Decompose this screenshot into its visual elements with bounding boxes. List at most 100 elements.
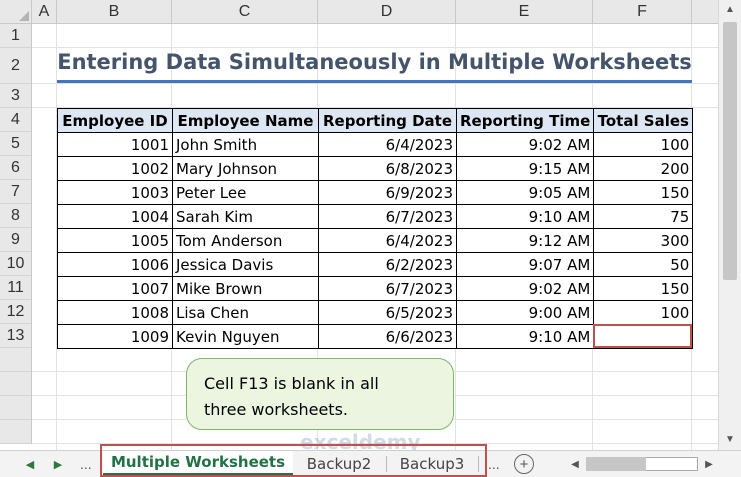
cell-reporting-date[interactable]: 6/7/2023 (318, 276, 457, 301)
column-header-e[interactable]: E (456, 0, 593, 24)
cell-reporting-date[interactable]: 6/5/2023 (318, 300, 457, 325)
row-header[interactable] (0, 348, 32, 372)
cell-total-sales[interactable]: 150 (593, 180, 694, 205)
scroll-up-icon[interactable]: ▲ (719, 0, 741, 18)
callout-note: Cell F13 is blank in all three worksheet… (186, 358, 454, 430)
row-header[interactable] (0, 372, 32, 396)
cell-reporting-time[interactable]: 9:02 AM (455, 276, 595, 301)
cell-employee-id[interactable]: 1003 (57, 180, 173, 205)
cell-reporting-time[interactable]: 9:12 AM (455, 228, 595, 253)
title-underline (57, 80, 692, 83)
row-header[interactable]: 7 (0, 180, 32, 204)
sheet-title: Entering Data Simultaneously in Multiple… (57, 50, 692, 74)
cell-employee-id[interactable]: 1002 (57, 156, 173, 181)
gridline-horizontal (32, 83, 718, 84)
cell-reporting-date[interactable]: 6/9/2023 (318, 180, 457, 205)
table-row: 1001 John Smith 6/4/2023 9:02 AM 100 (57, 132, 694, 157)
cell-employee-name[interactable]: Peter Lee (172, 180, 319, 205)
cell-reporting-time[interactable]: 9:10 AM (455, 324, 595, 349)
row-header[interactable]: 4 (0, 108, 32, 132)
cell-employee-id[interactable]: 1004 (57, 204, 173, 229)
cell-reporting-time[interactable]: 9:15 AM (455, 156, 595, 181)
cell-total-sales[interactable]: 50 (593, 252, 694, 277)
worksheet-grid[interactable]: A B C D E F 1 2 3 4 5 6 7 8 9 10 11 12 1… (0, 0, 718, 450)
cell-reporting-time[interactable]: 9:05 AM (455, 180, 595, 205)
row-header[interactable]: 9 (0, 228, 32, 252)
row-header[interactable]: 8 (0, 204, 32, 228)
row-header[interactable]: 3 (0, 84, 32, 108)
column-header-c[interactable]: C (172, 0, 318, 24)
cell-reporting-time[interactable]: 9:10 AM (455, 204, 595, 229)
more-tabs-right[interactable]: ... (488, 451, 500, 477)
row-header[interactable]: 11 (0, 276, 32, 300)
scroll-down-icon[interactable]: ▼ (719, 430, 741, 448)
horizontal-scroll-thumb[interactable] (586, 457, 646, 471)
row-header[interactable] (0, 420, 32, 444)
tab-scroll-right-icon[interactable]: ▶ (48, 451, 68, 477)
tab-scroll-left-icon[interactable]: ◀ (20, 451, 40, 477)
column-header-f[interactable]: F (593, 0, 692, 24)
cell-employee-name[interactable]: Tom Anderson (172, 228, 319, 253)
more-tabs-left[interactable]: ... (80, 451, 92, 477)
add-sheet-icon[interactable]: + (514, 454, 534, 474)
row-header[interactable]: 6 (0, 156, 32, 180)
cell-employee-id[interactable]: 1001 (57, 132, 173, 157)
column-header-a[interactable]: A (32, 0, 57, 24)
row-header[interactable] (0, 396, 32, 420)
cell-employee-name[interactable]: Jessica Davis (172, 252, 319, 277)
cell-reporting-date[interactable]: 6/2/2023 (318, 252, 457, 277)
cell-reporting-date[interactable]: 6/4/2023 (318, 132, 457, 157)
cell-reporting-time[interactable]: 9:00 AM (455, 300, 595, 325)
employee-table: Employee ID Employee Name Reporting Date… (57, 108, 694, 349)
scroll-right-icon[interactable]: ▶ (700, 455, 718, 473)
tabs-group-highlight (100, 444, 487, 477)
scroll-left-icon[interactable]: ◀ (566, 455, 584, 473)
cell-reporting-time[interactable]: 9:07 AM (455, 252, 595, 277)
row-header[interactable]: 2 (0, 48, 32, 84)
row-header[interactable]: 13 (0, 324, 32, 348)
cell-reporting-date[interactable]: 6/4/2023 (318, 228, 457, 253)
column-header-d[interactable]: D (318, 0, 456, 24)
cell-total-sales[interactable]: 300 (593, 228, 694, 253)
header-employee-name[interactable]: Employee Name (172, 108, 319, 133)
callout-line-1: Cell F13 is blank in all (204, 374, 379, 393)
cell-employee-name[interactable]: Mike Brown (172, 276, 319, 301)
cell-total-sales[interactable]: 100 (593, 300, 694, 325)
table-row: 1003 Peter Lee 6/9/2023 9:05 AM 150 (57, 180, 694, 205)
cell-employee-id[interactable]: 1006 (57, 252, 173, 277)
cell-total-sales[interactable]: 150 (593, 276, 694, 301)
row-header[interactable]: 10 (0, 252, 32, 276)
cell-reporting-date[interactable]: 6/8/2023 (318, 156, 457, 181)
column-header-b[interactable]: B (57, 0, 172, 24)
table-row: 1002 Mary Johnson 6/8/2023 9:15 AM 200 (57, 156, 694, 181)
table-row: 1008 Lisa Chen 6/5/2023 9:00 AM 100 (57, 300, 694, 325)
row-header[interactable]: 1 (0, 24, 32, 48)
table-row: 1004 Sarah Kim 6/7/2023 9:10 AM 75 (57, 204, 694, 229)
header-total-sales[interactable]: Total Sales (593, 108, 694, 133)
vertical-scrollbar[interactable]: ▲ ▼ (718, 0, 741, 450)
column-header-g[interactable] (692, 0, 718, 24)
select-all-corner[interactable] (0, 0, 32, 24)
cell-total-sales[interactable]: 200 (593, 156, 694, 181)
header-reporting-time[interactable]: Reporting Time (455, 108, 595, 133)
cell-employee-name[interactable]: Kevin Nguyen (172, 324, 319, 349)
vertical-scroll-thumb[interactable] (723, 22, 737, 280)
cell-employee-id[interactable]: 1009 (57, 324, 173, 349)
header-employee-id[interactable]: Employee ID (57, 108, 173, 133)
header-reporting-date[interactable]: Reporting Date (318, 108, 457, 133)
horizontal-scrollbar[interactable]: ◀ ▶ (566, 455, 718, 473)
row-header[interactable]: 5 (0, 132, 32, 156)
cell-employee-name[interactable]: Mary Johnson (172, 156, 319, 181)
cell-reporting-date[interactable]: 6/7/2023 (318, 204, 457, 229)
cell-total-sales[interactable]: 75 (593, 204, 694, 229)
cell-employee-id[interactable]: 1005 (57, 228, 173, 253)
cell-employee-name[interactable]: John Smith (172, 132, 319, 157)
cell-employee-name[interactable]: Lisa Chen (172, 300, 319, 325)
row-header[interactable]: 12 (0, 300, 32, 324)
cell-employee-name[interactable]: Sarah Kim (172, 204, 319, 229)
cell-total-sales[interactable]: 100 (593, 132, 694, 157)
cell-reporting-time[interactable]: 9:02 AM (455, 132, 595, 157)
cell-employee-id[interactable]: 1008 (57, 300, 173, 325)
cell-reporting-date[interactable]: 6/6/2023 (318, 324, 457, 349)
cell-employee-id[interactable]: 1007 (57, 276, 173, 301)
